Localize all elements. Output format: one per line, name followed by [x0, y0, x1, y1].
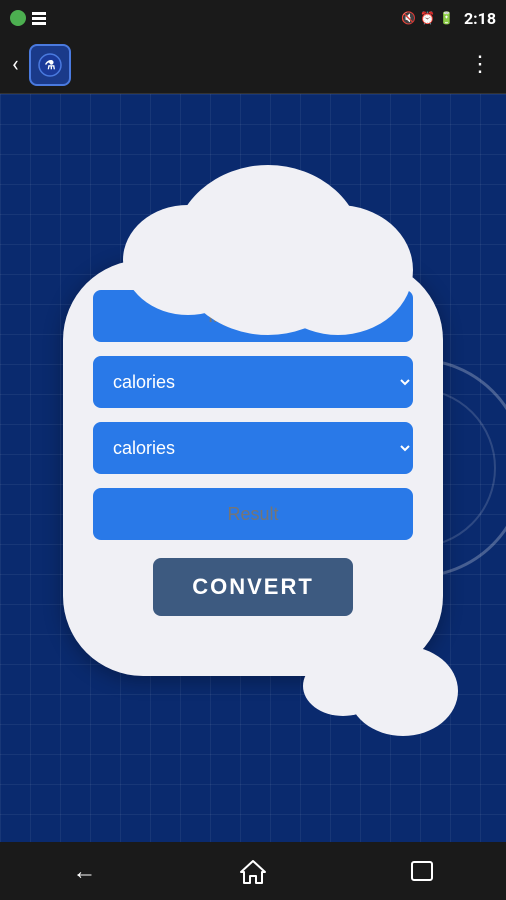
result-field[interactable]: [93, 488, 413, 540]
input-value-field[interactable]: [93, 290, 413, 342]
mute-icon: 🔇: [401, 11, 416, 25]
menu-button[interactable]: ⋮: [469, 52, 492, 77]
back-button[interactable]: ‹: [12, 52, 19, 77]
home-icon: [239, 857, 267, 885]
alarm-icon: ⏰: [420, 11, 435, 25]
nav-back-button[interactable]: ←: [54, 851, 114, 891]
nav-recent-button[interactable]: [392, 851, 452, 891]
status-time: 2:18: [464, 9, 496, 28]
notification-dot: [10, 10, 26, 26]
to-unit-select[interactable]: calories joules kilojoules kilocalories: [93, 422, 413, 474]
recent-apps-icon: [409, 859, 435, 883]
from-unit-select[interactable]: calories joules kilojoules kilocalories: [93, 356, 413, 408]
status-bar: 🔇 ⏰ 🔋 2:18: [0, 0, 506, 36]
app-icon: ⚗: [29, 44, 71, 86]
battery-icon: 🔋: [439, 11, 454, 25]
status-icons-right: 🔇 ⏰ 🔋 2:18: [401, 9, 496, 28]
bottom-nav-bar: ←: [0, 842, 506, 900]
cloud-container: calories joules kilojoules kilocalories …: [63, 260, 443, 676]
main-content: calories joules kilojoules kilocalories …: [0, 94, 506, 842]
convert-button[interactable]: CONVERT: [153, 558, 353, 616]
svg-text:⚗: ⚗: [44, 58, 55, 72]
converter-cloud: calories joules kilojoules kilocalories …: [63, 260, 443, 676]
status-bar-left: [10, 10, 46, 26]
top-bar: ‹ ⚗ ⋮: [0, 36, 506, 94]
nav-home-button[interactable]: [223, 851, 283, 891]
nav-back-icon: ←: [72, 857, 96, 886]
signal-bars-icon: [32, 12, 46, 25]
